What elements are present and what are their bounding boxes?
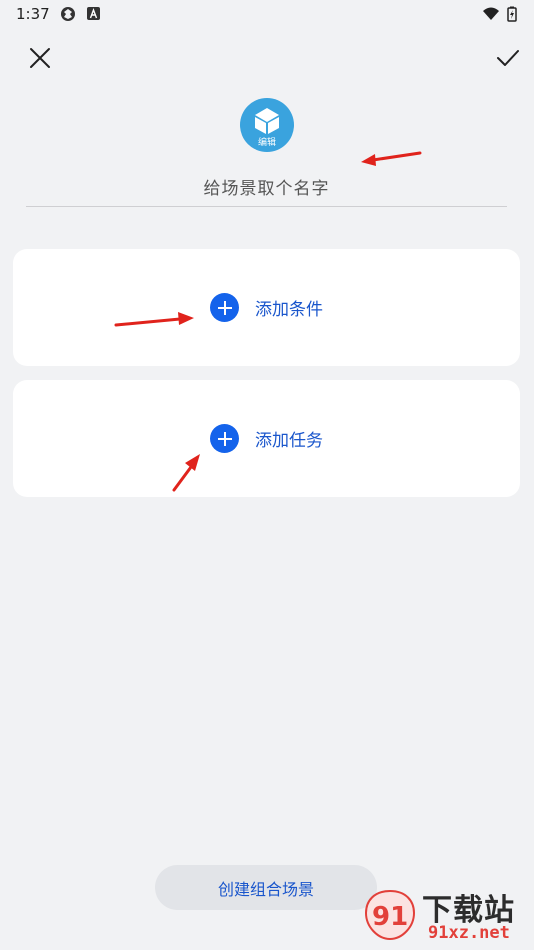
scene-avatar[interactable]: 编辑: [240, 98, 294, 152]
app-icon: [61, 7, 75, 21]
scene-name-placeholder: 给场景取个名字: [203, 178, 330, 199]
cube-icon: [255, 108, 279, 134]
close-icon[interactable]: [26, 44, 54, 72]
add-task-card[interactable]: 添加任务: [13, 380, 520, 497]
add-task-label: 添加任务: [255, 431, 323, 451]
add-condition-label: 添加条件: [255, 300, 323, 320]
status-bar: 1:37: [0, 0, 534, 28]
svg-text:91: 91: [372, 902, 408, 932]
check-icon[interactable]: [494, 44, 522, 72]
avatar-edit-label: 编辑: [257, 138, 276, 148]
battery-icon: [507, 6, 517, 22]
watermark-url: 91xz.net: [428, 923, 510, 943]
a-badge-icon: [87, 7, 100, 20]
add-task-plus-icon: [210, 424, 239, 453]
status-time: 1:37: [16, 5, 50, 23]
watermark-logo-icon: 91: [364, 889, 416, 941]
scene-name-input[interactable]: 给场景取个名字: [26, 166, 507, 207]
wifi-icon: [483, 7, 499, 20]
add-condition-card[interactable]: 添加条件: [13, 249, 520, 366]
add-condition-plus-icon: [210, 293, 239, 322]
watermark: 91 下载站 91xz.net: [358, 885, 534, 947]
create-combo-scene-button[interactable]: 创建组合场景: [155, 865, 377, 910]
